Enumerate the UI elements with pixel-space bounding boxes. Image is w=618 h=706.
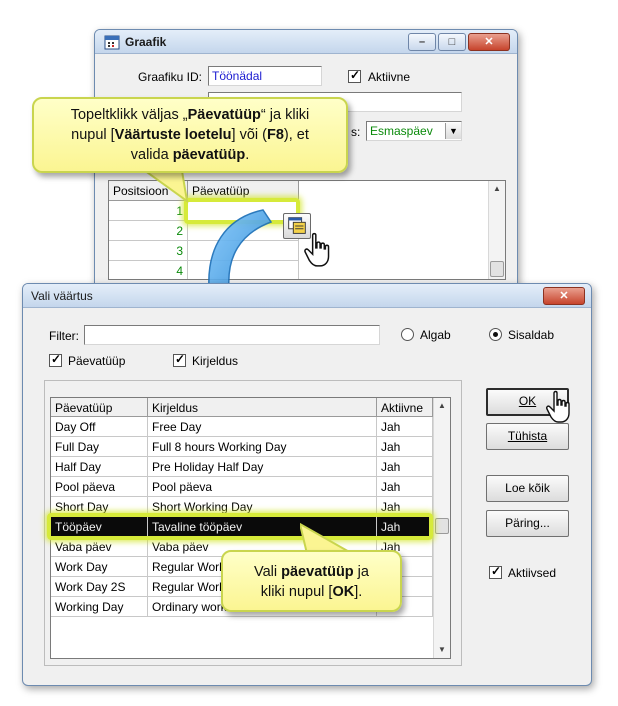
callout-bold: päevatüüp xyxy=(172,147,246,163)
load-all-button-label: Loe kõik xyxy=(505,481,550,495)
callout-text: ]. xyxy=(354,584,363,600)
callout-text: nupul [ xyxy=(71,127,115,143)
scroll-down-icon[interactable]: ▼ xyxy=(434,642,450,658)
callout-text: Vali xyxy=(254,564,282,580)
check-active-only[interactable] xyxy=(489,564,502,579)
query-button-label: Päring... xyxy=(505,516,550,530)
callout-bold: OK xyxy=(332,584,355,600)
callout-text: . xyxy=(245,147,250,163)
graafik-title: Graafik xyxy=(125,35,167,49)
list-cell-desc: Free Day xyxy=(148,417,377,437)
grid-row-position: 4 xyxy=(109,261,188,279)
check-daytype[interactable] xyxy=(49,352,62,367)
check-description-label: Kirjeldus xyxy=(192,354,239,368)
radio-contains[interactable] xyxy=(489,328,502,341)
callout-top-line: Topeltklikk väljas „Päevatüüp“ ja kliki xyxy=(34,105,346,125)
list-cell-desc: Pool päeva xyxy=(148,477,377,497)
radio-contains-label: Sisaldab xyxy=(508,328,555,342)
vali-title: Vali väärtus xyxy=(31,289,93,303)
close-button[interactable]: ✕ xyxy=(468,33,510,51)
scroll-thumb[interactable] xyxy=(490,261,504,277)
list-header-active[interactable]: Aktiivne xyxy=(377,398,433,417)
start-day-label: s: xyxy=(351,125,361,139)
list-cell-desc: Pre Holiday Half Day xyxy=(148,457,377,477)
graafik-id-field[interactable]: Töönädal xyxy=(208,66,322,86)
list-cell-active: Jah xyxy=(377,437,433,457)
list-cell-active: Jah xyxy=(377,477,433,497)
list-cell-type: Half Day xyxy=(51,457,148,477)
callout-bottom: Vali päevatüüp ja kliki nupul [OK]. xyxy=(221,550,402,612)
list-header-description[interactable]: Kirjeldus xyxy=(148,398,377,417)
graafik-id-label: Graafiku ID: xyxy=(138,70,203,84)
list-cell-active: Jah xyxy=(377,457,433,477)
list-cell-type: Working Day xyxy=(51,597,148,617)
filter-label: Filter: xyxy=(49,329,79,343)
callout-top-line: nupul [Väärtuste loetelu] või (F8), et xyxy=(34,125,346,145)
callout-text: kliki nupul [ xyxy=(260,584,333,600)
graafik-titlebar[interactable]: Graafik – □ ✕ xyxy=(95,30,517,54)
scroll-up-icon[interactable]: ▲ xyxy=(489,181,505,197)
check-description[interactable] xyxy=(173,352,186,367)
check-daytype-label: Päevatüüp xyxy=(68,354,126,368)
active-checkbox[interactable] xyxy=(348,68,361,83)
list-cell-type: Day Off xyxy=(51,417,148,437)
graafik-grid-scrollbar[interactable]: ▲ xyxy=(488,181,505,279)
start-day-value: Esmaspäev xyxy=(370,124,433,138)
scroll-up-icon[interactable]: ▲ xyxy=(434,398,450,414)
callout-text: ] või ( xyxy=(231,127,267,143)
list-cell-type: Work Day 2S xyxy=(51,577,148,597)
hand-cursor-icon xyxy=(304,232,330,267)
close-icon: ✕ xyxy=(484,36,494,48)
calendar-icon xyxy=(104,35,120,50)
callout-text: “ ja kliki xyxy=(260,107,310,123)
callout-bold: Väärtuste loetelu xyxy=(114,127,232,143)
graafik-id-value: Töönädal xyxy=(212,69,263,83)
list-cell-desc: Full 8 hours Working Day xyxy=(148,437,377,457)
list-header-daytype[interactable]: Päevatüüp xyxy=(51,398,148,417)
vali-close-button[interactable]: ✕ xyxy=(543,287,585,305)
callout-text: ), et xyxy=(283,127,309,143)
minimize-icon: – xyxy=(418,36,426,48)
list-cell-type: Full Day xyxy=(51,437,148,457)
radio-starts[interactable] xyxy=(401,328,414,341)
radio-starts-label: Algab xyxy=(420,328,451,342)
minimize-button[interactable]: – xyxy=(408,33,436,51)
callout-top: Topeltklikk väljas „Päevatüüp“ ja kliki … xyxy=(32,97,348,173)
callout-text: valida xyxy=(130,147,173,163)
close-icon: ✕ xyxy=(559,290,569,302)
callout-bold: päevatüüp xyxy=(281,564,354,580)
list-cell-type: Work Day xyxy=(51,557,148,577)
callout-bottom-line: kliki nupul [OK]. xyxy=(223,582,400,602)
scroll-thumb[interactable] xyxy=(435,518,449,534)
callout-bottom-line: Vali päevatüüp ja xyxy=(223,562,400,582)
cancel-button-label: Tühista xyxy=(507,429,548,443)
query-button[interactable]: Päring... xyxy=(486,510,569,537)
cancel-button[interactable]: Tühista xyxy=(486,423,569,450)
callout-text: ja xyxy=(353,564,369,580)
grid-row-position: 2 xyxy=(109,221,188,241)
list-cell-type: Pool päeva xyxy=(51,477,148,497)
callout-text: Topeltklikk väljas „ xyxy=(70,107,188,123)
callout-bold: F8 xyxy=(266,127,284,143)
maximize-icon: □ xyxy=(448,36,456,48)
filter-input[interactable] xyxy=(84,325,380,345)
callout-top-line: valida päevatüüp. xyxy=(34,145,346,165)
vali-titlebar[interactable]: Vali väärtus ✕ xyxy=(23,284,591,308)
value-list-scrollbar[interactable]: ▲ ▼ xyxy=(433,398,450,658)
start-day-dropdown-button[interactable]: ▼ xyxy=(445,123,461,139)
callout-bold: Päevatüüp xyxy=(187,107,261,123)
ok-button-label: OK xyxy=(518,394,537,408)
list-cell-active: Jah xyxy=(377,417,433,437)
check-active-only-label: Aktiivsed xyxy=(508,566,557,580)
maximize-button[interactable]: □ xyxy=(438,33,466,51)
hand-cursor-icon xyxy=(546,390,570,423)
list-cell-type: Vaba päev xyxy=(51,537,148,557)
active-label: Aktiivne xyxy=(368,70,411,84)
chevron-down-icon: ▼ xyxy=(449,126,458,136)
grid-row-position: 3 xyxy=(109,241,188,261)
load-all-button[interactable]: Loe kõik xyxy=(486,475,569,502)
